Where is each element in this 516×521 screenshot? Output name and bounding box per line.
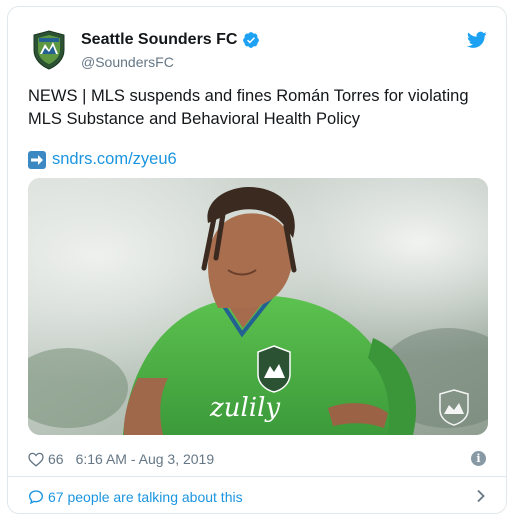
author-name-row[interactable]: Seattle Sounders FC [81,31,260,49]
verified-badge-icon [243,32,260,48]
chevron-right-icon[interactable] [474,489,488,503]
like-button[interactable]: 66 [28,451,64,467]
display-name[interactable]: Seattle Sounders FC [81,31,237,49]
right-arrow-emoji-icon [28,150,46,169]
tweet-text: NEWS | MLS suspends and fines Román Torr… [28,87,469,128]
tweet-link[interactable]: sndrs.com/zyeu6 [52,150,177,169]
user-handle[interactable]: @SoundersFC [81,54,174,70]
tweet-timestamp[interactable]: 6:16 AM - Aug 3, 2019 [76,451,215,467]
info-icon[interactable]: i [471,451,486,466]
tweet-card: Seattle Sounders FC @SoundersFC NEWS | M… [7,6,507,514]
like-count: 66 [48,451,64,467]
tweet-link-row: sndrs.com/zyeu6 [28,150,177,169]
avatar[interactable] [28,29,70,71]
speech-bubble-icon [28,490,44,505]
divider [8,476,506,477]
heart-outline-icon [28,452,44,467]
player-photo-image: zulily [28,178,488,435]
tweet-photo[interactable]: zulily [28,178,488,435]
conversation-link[interactable]: 67 people are talking about this [28,487,488,507]
tweet-meta-row: 66 6:16 AM - Aug 3, 2019 i [28,448,488,470]
sounders-crest-icon [33,30,65,70]
jersey-sponsor-text: zulily [209,393,280,423]
twitter-bird-icon[interactable] [467,31,487,49]
conversation-text: 67 people are talking about this [48,489,243,505]
